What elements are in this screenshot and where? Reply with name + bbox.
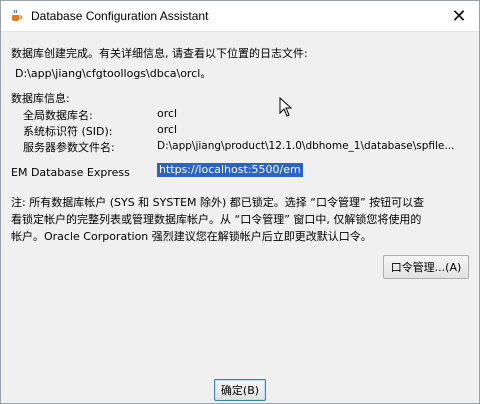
sid-label: 系统标识符 (SID):	[23, 125, 113, 138]
dialog-content: 数据库创建完成。有关详细信息, 请查看以下位置的日志文件: D:\app\jia…	[1, 32, 479, 403]
note-line-2: 看锁定帐户的完整列表或管理数据库帐户。从 “口令管理” 窗口中, 仅解锁您将使用…	[11, 213, 422, 226]
close-icon: ✕	[451, 5, 467, 27]
close-button[interactable]: ✕	[439, 1, 479, 31]
window-title: Database Configuration Assistant	[31, 9, 209, 23]
em-url[interactable]: https://localhost:5500/em	[157, 163, 303, 177]
global-db-name-value: orcl	[157, 107, 178, 120]
em-label: EM Database Express	[11, 166, 130, 179]
log-path: D:\app\jiang\cfgtoollogs\dbca\orcl。	[15, 67, 212, 80]
global-db-name-label: 全局数据库名:	[23, 109, 93, 122]
note-line-3: 帐户。Oracle Corporation 强烈建议您在解锁帐户后立即更改默认口…	[11, 230, 372, 243]
note-line-1: 注: 所有数据库帐户 (SYS 和 SYSTEM 除外) 都已锁定。选择 “口令…	[11, 196, 425, 209]
dialog-window: Database Configuration Assistant ✕ 数据库创建…	[0, 0, 480, 404]
mouse-pointer-icon	[279, 97, 293, 117]
completion-message: 数据库创建完成。有关详细信息, 请查看以下位置的日志文件:	[11, 47, 308, 60]
ok-button[interactable]: 确定(B)	[214, 379, 266, 401]
password-management-button[interactable]: 口令管理...(A)	[383, 255, 469, 279]
java-cup-icon	[12, 9, 23, 21]
sid-value: orcl	[157, 123, 178, 136]
title-bar: Database Configuration Assistant ✕	[1, 1, 479, 32]
spfile-label: 服务器参数文件名:	[23, 141, 115, 154]
spfile-value: D:\app\jiang\product\12.1.0\dbhome_1\dat…	[157, 140, 455, 152]
db-info-heading: 数据库信息:	[11, 92, 70, 105]
